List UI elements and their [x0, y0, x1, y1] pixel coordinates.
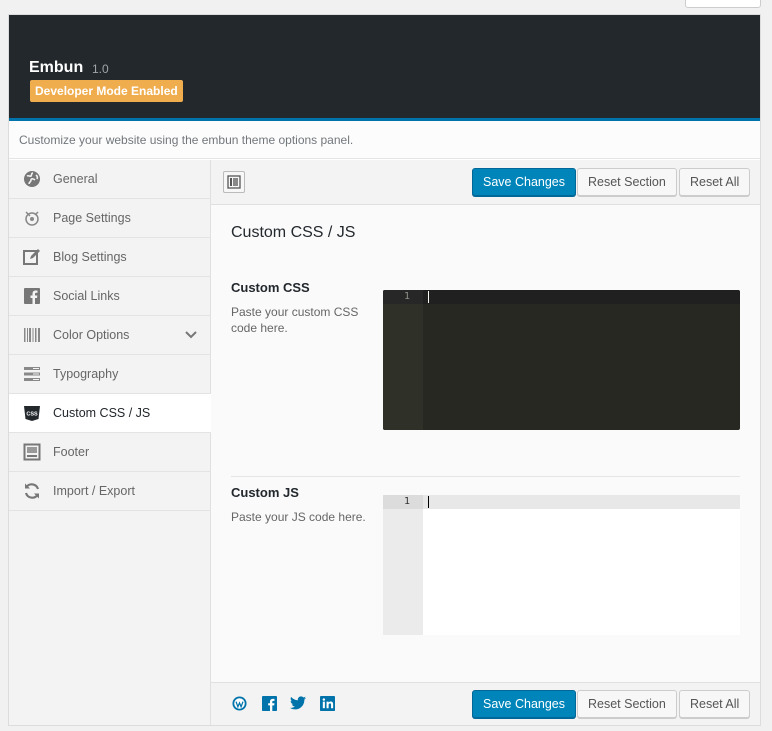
sidebar-item-page-settings[interactable]: Page Settings [9, 199, 210, 238]
section-title: Custom CSS / JS [231, 224, 356, 241]
panel-subheader: Customize your website using the embun t… [9, 121, 760, 159]
active-line [423, 495, 740, 509]
typography-icon [23, 365, 41, 383]
save-changes-button[interactable]: Save Changes [472, 168, 577, 196]
wordpress-icon[interactable] [231, 695, 247, 711]
subheader-text: Customize your website using the embun t… [19, 133, 354, 147]
sidebar-item-social-links[interactable]: Social Links [9, 277, 210, 316]
custom-css-description: Paste your custom CSS code here. [231, 305, 359, 335]
sidebar-item-footer[interactable]: Footer [9, 433, 210, 472]
screen-options-button-partial[interactable] [685, 0, 761, 8]
reset-all-button[interactable]: Reset All [679, 168, 751, 196]
custom-js-label: Custom JS [231, 485, 299, 500]
refresh-icon [23, 482, 41, 500]
chevron-down-icon[interactable] [184, 328, 198, 345]
active-line [423, 290, 740, 304]
sidebar-item-label: Custom CSS / JS [53, 406, 151, 420]
sidebar-nav: General Page Settings Blog Settings Soci… [9, 160, 212, 725]
custom-js-description: Paste your JS code here. [231, 510, 366, 524]
line-number: 1 [383, 290, 423, 304]
theme-version: 1.0 [92, 62, 109, 76]
editor-gutter [383, 290, 423, 430]
text-cursor [428, 496, 429, 508]
sidebar-item-typography[interactable]: Typography [9, 355, 210, 394]
footer-reset-section-button[interactable]: Reset Section [577, 690, 677, 718]
sidebar-item-blog-settings[interactable]: Blog Settings [9, 238, 210, 277]
text-cursor [428, 291, 429, 303]
sidebar-item-label: Blog Settings [53, 250, 127, 264]
theme-title: Embun [29, 59, 84, 76]
expand-options-button[interactable] [223, 171, 245, 193]
main-content: Save Changes Reset Section Reset All Cus… [211, 160, 760, 725]
custom-css-label: Custom CSS [231, 280, 310, 295]
editor-gutter [383, 495, 423, 635]
panel-header: Embun 1.0 Developer Mode Enabled [9, 15, 760, 121]
layout-icon [227, 175, 241, 189]
linkedin-icon[interactable] [319, 695, 335, 711]
sidebar-item-label: Color Options [53, 328, 130, 342]
sidebar-item-label: Typography [53, 367, 119, 381]
line-number: 1 [383, 495, 423, 509]
footer-reset-all-button[interactable]: Reset All [679, 690, 751, 718]
sidebar-item-color-options[interactable]: Color Options [9, 316, 210, 355]
sidebar-item-label: Footer [53, 445, 90, 459]
sidebar-item-custom-css-js[interactable]: CSS Custom CSS / JS [9, 394, 212, 433]
custom-css-editor[interactable]: 1 [383, 290, 740, 430]
sidebar-item-import-export[interactable]: Import / Export [9, 472, 210, 511]
page-settings-icon [23, 209, 41, 227]
panel-body: General Page Settings Blog Settings Soci… [9, 160, 760, 725]
facebook-icon [23, 287, 41, 305]
sidebar-item-label: Import / Export [53, 484, 135, 498]
bottom-toolbar: Save Changes Reset Section Reset All [211, 682, 760, 725]
edit-icon [23, 248, 41, 266]
globe-icon [23, 170, 41, 188]
sidebar-item-label: Social Links [53, 289, 120, 303]
footer-icon [23, 443, 41, 461]
custom-js-editor[interactable]: 1 [383, 495, 740, 635]
theme-options-panel: Embun 1.0 Developer Mode Enabled Customi… [8, 14, 761, 726]
developer-mode-badge: Developer Mode Enabled [30, 80, 183, 102]
css-icon: CSS [23, 404, 41, 422]
twitter-icon[interactable] [290, 695, 306, 711]
svg-text:CSS: CSS [26, 412, 38, 418]
barcode-icon [23, 326, 41, 344]
footer-save-changes-button[interactable]: Save Changes [472, 690, 577, 718]
field-divider [231, 476, 740, 477]
sidebar-item-general[interactable]: General [9, 160, 210, 199]
reset-section-button[interactable]: Reset Section [577, 168, 677, 196]
facebook-icon[interactable] [261, 695, 277, 711]
top-toolbar: Save Changes Reset Section Reset All [211, 160, 760, 205]
sidebar-item-label: Page Settings [53, 211, 131, 225]
sidebar-item-label: General [53, 172, 98, 186]
